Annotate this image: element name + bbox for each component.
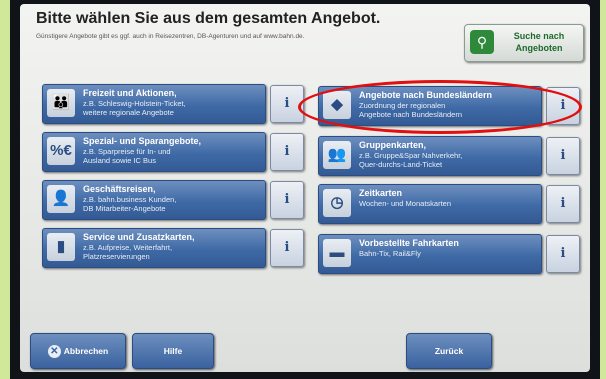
tile-title: Freizeit und Aktionen,: [83, 88, 177, 98]
tile-title: Geschäftsreisen,: [83, 184, 156, 194]
tile-desc: z.B. Gruppe&Spar Nahverkehr, Quer-durchs…: [359, 151, 463, 169]
tile-freizeit[interactable]: 👪 Freizeit und Aktionen, z.B. Schleswig-…: [42, 84, 266, 124]
info-button-gruppenkarten[interactable]: i: [546, 137, 580, 175]
info-button-zeitkarten[interactable]: i: [546, 185, 580, 223]
help-button[interactable]: Hilfe: [132, 333, 214, 369]
tile-desc: Bahn-Tix, Rail&Fly: [359, 249, 421, 258]
search-icon: ⚲: [470, 30, 494, 54]
search-offers-button[interactable]: ⚲ Suche nach Angeboten: [464, 24, 584, 62]
info-button-vorbestellte[interactable]: i: [546, 235, 580, 273]
info-button-spezial[interactable]: i: [270, 133, 304, 171]
info-button-service[interactable]: i: [270, 229, 304, 267]
percent-euro-icon: %€: [47, 137, 75, 165]
tile-desc: z.B. bahn.business Kunden, DB Mitarbeite…: [83, 195, 177, 213]
tile-title: Service und Zusatzkarten,: [83, 232, 195, 242]
tile-desc: Wochen- und Monatskarten: [359, 199, 451, 208]
family-icon: 👪: [47, 89, 75, 117]
tile-desc: z.B. Aufpreise, Weiterfahrt, Platzreserv…: [83, 243, 173, 261]
cancel-button[interactable]: ✕ Abbrechen: [30, 333, 126, 369]
clock-calendar-icon: ◷: [323, 189, 351, 217]
info-button-geschaeftsreisen[interactable]: i: [270, 181, 304, 219]
page-title: Bitte wählen Sie aus dem gesamten Angebo…: [36, 10, 381, 27]
close-icon: ✕: [47, 345, 61, 359]
tile-zeitkarten[interactable]: ◷ Zeitkarten Wochen- und Monatskarten: [318, 184, 542, 224]
cancel-label: Abbrechen: [63, 346, 109, 356]
tile-desc: z.B. Schleswig-Holstein-Ticket, weitere …: [83, 99, 186, 117]
tile-service[interactable]: ▮ Service und Zusatzkarten, z.B. Aufprei…: [42, 228, 266, 268]
back-button[interactable]: Zurück: [406, 333, 492, 369]
tile-title: Zeitkarten: [359, 188, 403, 198]
tile-vorbestellte[interactable]: ▬ Vorbestellte Fahrkarten Bahn-Tix, Rail…: [318, 234, 542, 274]
tile-spezial[interactable]: %€ Spezial- und Sparangebote, z.B. Sparp…: [42, 132, 266, 172]
tile-title: Spezial- und Sparangebote,: [83, 136, 202, 146]
ticket-icon: ▬: [323, 239, 351, 267]
search-offers-label: Suche nach Angeboten: [513, 31, 565, 53]
tile-gruppenkarten[interactable]: 👥 Gruppenkarten, z.B. Gruppe&Spar Nahver…: [318, 136, 542, 176]
service-icon: ▮: [47, 233, 75, 261]
tile-title: Gruppenkarten,: [359, 140, 427, 150]
tile-desc: z.B. Sparpreise für In- und Ausland sowi…: [83, 147, 171, 165]
group-icon: 👥: [323, 141, 351, 169]
tile-title: Vorbestellte Fahrkarten: [359, 238, 459, 248]
highlight-ellipse: [298, 80, 582, 134]
page-subtitle: Günstigere Angebote gibt es ggf. auch in…: [36, 33, 305, 40]
tile-geschaeftsreisen[interactable]: 👤 Geschäftsreisen, z.B. bahn.business Ku…: [42, 180, 266, 220]
businessman-icon: 👤: [47, 185, 75, 213]
